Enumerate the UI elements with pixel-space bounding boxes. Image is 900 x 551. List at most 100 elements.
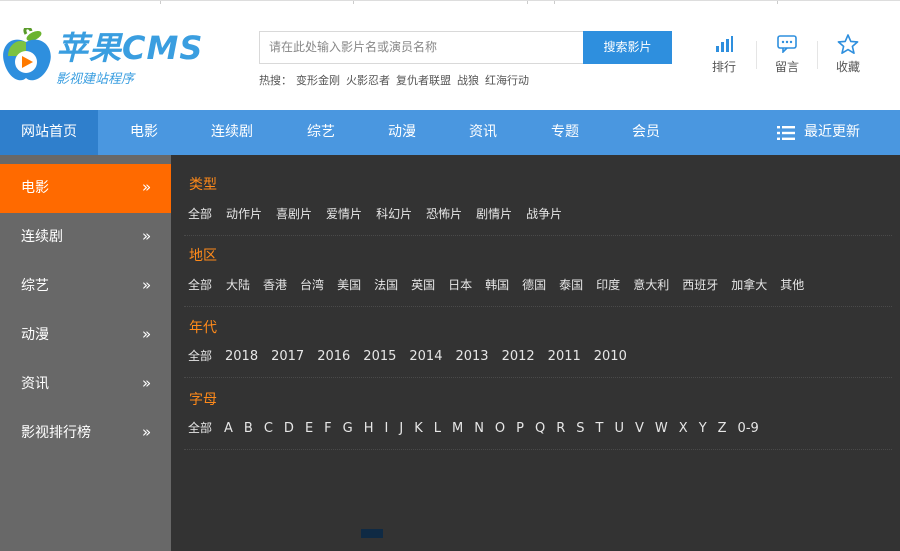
filter-option[interactable]: 2013 bbox=[455, 349, 488, 364]
filter-option[interactable]: 其他 bbox=[780, 276, 804, 293]
filter-option[interactable]: M bbox=[452, 421, 463, 436]
filter-option[interactable]: R bbox=[556, 421, 565, 436]
filter-option[interactable]: 剧情片 bbox=[476, 205, 512, 222]
filter-option[interactable]: K bbox=[414, 421, 423, 436]
filter-option[interactable]: 2011 bbox=[548, 349, 581, 364]
header: 苹果CMS 影视建站程序 请在此处输入影片名或演员名称 搜索影片 热搜： 变形金刚… bbox=[0, 0, 900, 110]
bottom-indicator bbox=[361, 529, 383, 538]
filter-option[interactable]: 2017 bbox=[271, 349, 304, 364]
filter-option[interactable]: 2018 bbox=[225, 349, 258, 364]
filter-option[interactable]: 2016 bbox=[317, 349, 350, 364]
filter-option[interactable]: 2012 bbox=[502, 349, 535, 364]
divider bbox=[184, 235, 892, 236]
filter-option[interactable]: 2014 bbox=[409, 349, 442, 364]
search-box: 请在此处输入影片名或演员名称 搜索影片 bbox=[259, 31, 672, 64]
message-button[interactable]: 留言 bbox=[757, 33, 817, 77]
recent-updates-link[interactable]: 最近更新 bbox=[777, 110, 860, 155]
filter-option[interactable]: 泰国 bbox=[559, 276, 583, 293]
filter-option[interactable]: Y bbox=[699, 421, 707, 436]
filter-option[interactable]: C bbox=[264, 421, 273, 436]
nav-item-news[interactable]: 资讯 bbox=[453, 110, 513, 155]
filter-option[interactable]: 英国 bbox=[411, 276, 435, 293]
search-button[interactable]: 搜索影片 bbox=[583, 31, 672, 64]
filter-option[interactable]: 香港 bbox=[263, 276, 287, 293]
sidebar-item-movie[interactable]: 电影 » bbox=[0, 164, 171, 213]
nav-item-member[interactable]: 会员 bbox=[616, 110, 676, 155]
filter-option[interactable]: 科幻片 bbox=[376, 205, 412, 222]
hot-search-term[interactable]: 复仇者联盟 bbox=[396, 74, 451, 87]
filter-option[interactable]: 2010 bbox=[594, 349, 627, 364]
filter-option[interactable]: X bbox=[679, 421, 688, 436]
filter-option[interactable]: 法国 bbox=[374, 276, 398, 293]
filter-option[interactable]: 2015 bbox=[363, 349, 396, 364]
sidebar-item-variety[interactable]: 综艺 » bbox=[0, 262, 171, 311]
nav-item-anime[interactable]: 动漫 bbox=[372, 110, 432, 155]
filter-option[interactable]: A bbox=[224, 421, 233, 436]
filter-option[interactable]: L bbox=[434, 421, 441, 436]
nav-item-movie[interactable]: 电影 bbox=[114, 110, 174, 155]
filter-option[interactable]: 全部 bbox=[188, 276, 212, 293]
sidebar-item-anime[interactable]: 动漫 » bbox=[0, 311, 171, 360]
nav-item-home[interactable]: 网站首页 bbox=[0, 110, 98, 155]
sidebar-item-label: 动漫 bbox=[21, 327, 49, 343]
sidebar-item-series[interactable]: 连续剧 » bbox=[0, 213, 171, 262]
filter-option[interactable]: 0-9 bbox=[738, 421, 759, 436]
nav-item-topic[interactable]: 专题 bbox=[535, 110, 595, 155]
sidebar-item-label: 资讯 bbox=[21, 376, 49, 392]
hot-search-term[interactable]: 红海行动 bbox=[485, 74, 529, 87]
filter-option[interactable]: Z bbox=[718, 421, 727, 436]
filter-option[interactable]: 全部 bbox=[188, 205, 212, 222]
hot-search-term[interactable]: 火影忍者 bbox=[346, 74, 390, 87]
filter-option[interactable]: W bbox=[655, 421, 668, 436]
filter-option[interactable]: 西班牙 bbox=[682, 276, 718, 293]
filter-option[interactable]: J bbox=[399, 421, 403, 436]
filter-option[interactable]: N bbox=[474, 421, 484, 436]
filter-option[interactable]: D bbox=[284, 421, 294, 436]
filter-option[interactable]: 印度 bbox=[596, 276, 620, 293]
ranking-button[interactable]: 排行 bbox=[694, 33, 754, 77]
filter-option[interactable]: O bbox=[495, 421, 505, 436]
sidebar-item-news[interactable]: 资讯 » bbox=[0, 360, 171, 409]
sidebar-item-ranking[interactable]: 影视排行榜 » bbox=[0, 409, 171, 458]
hot-search-term[interactable]: 变形金刚 bbox=[296, 74, 340, 87]
filter-option[interactable]: 战争片 bbox=[526, 205, 562, 222]
filter-option[interactable]: 全部 bbox=[188, 347, 212, 364]
filter-option[interactable]: T bbox=[596, 421, 604, 436]
filter-option[interactable]: P bbox=[516, 421, 524, 436]
divider bbox=[184, 449, 892, 450]
sidebar-item-label: 连续剧 bbox=[21, 229, 63, 245]
main-nav: 网站首页 电影 连续剧 综艺 动漫 资讯 专题 会员 最近更新 bbox=[0, 110, 900, 155]
filter-option[interactable]: U bbox=[615, 421, 625, 436]
filter-option[interactable]: 意大利 bbox=[633, 276, 669, 293]
filter-option[interactable]: G bbox=[343, 421, 353, 436]
filter-option[interactable]: B bbox=[244, 421, 253, 436]
nav-item-series[interactable]: 连续剧 bbox=[202, 110, 262, 155]
filter-option[interactable]: Q bbox=[535, 421, 545, 436]
hot-search: 热搜： 变形金刚 火影忍者 复仇者联盟 战狼 红海行动 bbox=[259, 72, 535, 88]
filter-option[interactable]: F bbox=[324, 421, 331, 436]
filter-option[interactable]: I bbox=[385, 421, 389, 436]
filter-option[interactable]: 动作片 bbox=[226, 205, 262, 222]
filter-option[interactable]: E bbox=[305, 421, 313, 436]
filter-option[interactable]: 全部 bbox=[188, 419, 212, 436]
site-logo[interactable]: 苹果CMS 影视建站程序 bbox=[0, 24, 210, 88]
filter-option[interactable]: 台湾 bbox=[300, 276, 324, 293]
filter-option[interactable]: V bbox=[635, 421, 644, 436]
filter-option[interactable]: H bbox=[364, 421, 374, 436]
filter-option[interactable]: 大陆 bbox=[226, 276, 250, 293]
hot-search-term[interactable]: 战狼 bbox=[457, 74, 479, 87]
filter-option[interactable]: 美国 bbox=[337, 276, 361, 293]
search-input[interactable]: 请在此处输入影片名或演员名称 bbox=[259, 31, 583, 64]
sidebar-item-label: 影视排行榜 bbox=[21, 425, 91, 441]
filter-option[interactable]: 德国 bbox=[522, 276, 546, 293]
favorite-button[interactable]: 收藏 bbox=[818, 33, 878, 77]
nav-item-variety[interactable]: 综艺 bbox=[291, 110, 351, 155]
filter-option[interactable]: 恐怖片 bbox=[426, 205, 462, 222]
filter-option[interactable]: 加拿大 bbox=[731, 276, 767, 293]
filter-option[interactable]: S bbox=[576, 421, 584, 436]
filter-option[interactable]: 爱情片 bbox=[326, 205, 362, 222]
filter-option[interactable]: 日本 bbox=[448, 276, 472, 293]
filter-option[interactable]: 喜剧片 bbox=[276, 205, 312, 222]
chevron-right-icon: » bbox=[142, 374, 152, 392]
filter-option[interactable]: 韩国 bbox=[485, 276, 509, 293]
